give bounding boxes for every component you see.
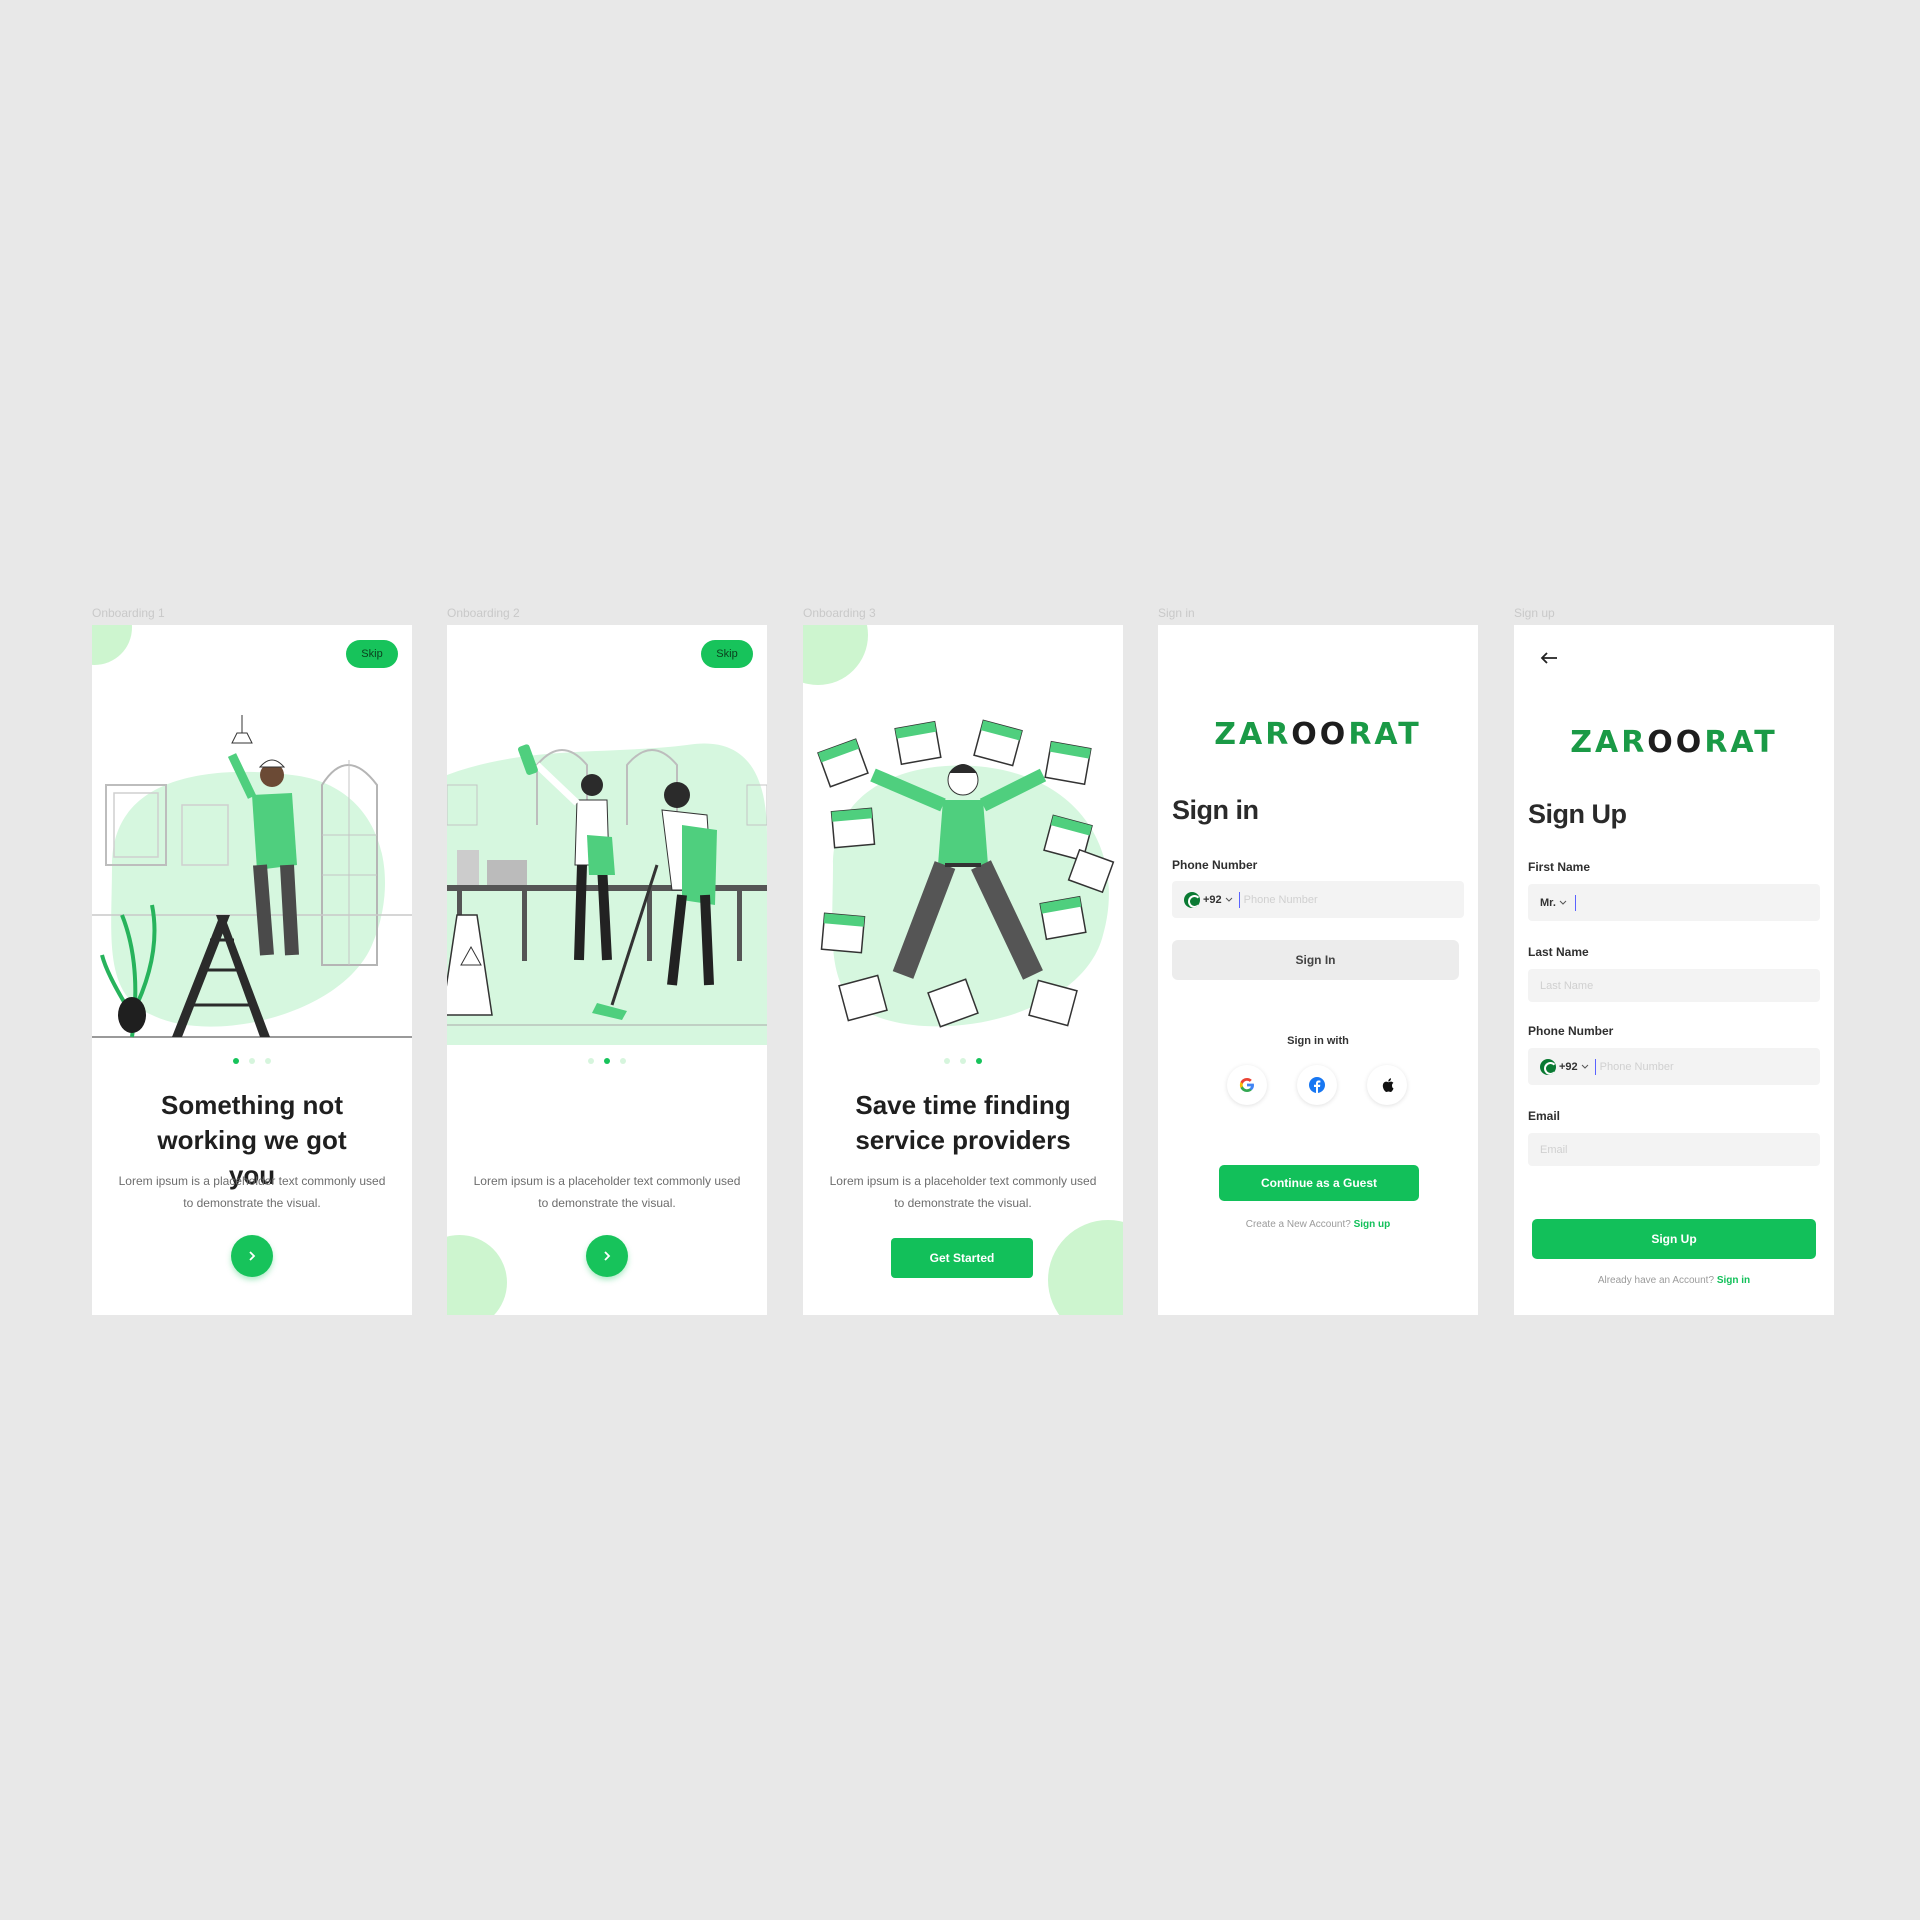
sign-in-button[interactable]: Sign In: [1172, 940, 1459, 980]
salutation-select[interactable]: Mr.: [1540, 897, 1567, 909]
last-name-input[interactable]: Last Name: [1528, 969, 1820, 1002]
page-indicator: [803, 1058, 1123, 1064]
continue-as-guest-button[interactable]: Continue as a Guest: [1219, 1165, 1419, 1201]
first-name-input[interactable]: Mr.: [1528, 884, 1820, 921]
email-label: Email: [1528, 1109, 1561, 1123]
google-icon: [1239, 1078, 1254, 1092]
onboarding-description: Lorem ipsum is a placeholder text common…: [829, 1174, 1097, 1210]
phone-number-label: Phone Number: [1172, 858, 1258, 872]
page-dot: [588, 1058, 594, 1064]
phone-placeholder: Phone Number: [1243, 893, 1318, 906]
phone-placeholder: Phone Number: [1599, 1060, 1674, 1073]
facebook-icon: [1309, 1077, 1325, 1093]
page-dot: [233, 1058, 239, 1064]
country-code-select[interactable]: +92: [1184, 891, 1233, 908]
apple-icon: [1382, 1078, 1394, 1092]
google-sign-in-button[interactable]: [1227, 1065, 1267, 1105]
next-button[interactable]: [586, 1235, 628, 1277]
phone-number-label: Phone Number: [1528, 1024, 1614, 1038]
text-cursor: [1594, 1058, 1596, 1075]
onboarding-description: Lorem ipsum is a placeholder text common…: [118, 1174, 386, 1210]
onboarding-1-screen: Skip Something not working we got you Lo…: [92, 625, 412, 1315]
country-code-value: +92: [1203, 893, 1222, 906]
chevron-down-icon: [1581, 1064, 1589, 1069]
page-dot: [265, 1058, 271, 1064]
facebook-sign-in-button[interactable]: [1297, 1065, 1337, 1105]
sign-up-button[interactable]: Sign Up: [1532, 1219, 1816, 1259]
pakistan-flag-icon: [1540, 1058, 1556, 1075]
sign-in-screen: ZAROORAT Sign in Phone Number +92 Phone …: [1158, 625, 1478, 1315]
chevron-down-icon: [1559, 900, 1567, 905]
decorative-blob: [803, 625, 868, 685]
already-have-account-text: Already have an Account?: [1597, 1275, 1715, 1286]
last-name-label: Last Name: [1528, 945, 1589, 959]
email-input[interactable]: Email: [1528, 1133, 1820, 1166]
sign-in-link[interactable]: Sign in: [1717, 1275, 1750, 1286]
frame-label-sign-in: Sign in: [1158, 606, 1195, 620]
text-cursor: [1238, 891, 1240, 908]
sign-up-screen: ZAROORAT Sign Up First Name Mr. Last Nam…: [1514, 625, 1834, 1315]
pakistan-flag-icon: [1184, 891, 1200, 908]
decorative-blob: [447, 1235, 507, 1315]
sign-up-link[interactable]: Sign up: [1354, 1219, 1391, 1230]
calendar-person-illustration: [817, 719, 1115, 1028]
sign-in-with-label: Sign in with: [1287, 1035, 1349, 1047]
onboarding-title: Save time finding service providers: [855, 1090, 1071, 1155]
country-code-value: +92: [1559, 1060, 1578, 1073]
next-button[interactable]: [231, 1235, 273, 1277]
page-dot: [944, 1058, 950, 1064]
chevron-right-icon: [249, 1251, 256, 1261]
onboarding-2-screen: Skip Lorem ipsum is a placeholder text c…: [447, 625, 767, 1315]
email-placeholder: Email: [1540, 1143, 1568, 1156]
page-dot: [604, 1058, 610, 1064]
page-indicator: [92, 1058, 412, 1064]
electrician-illustration: [92, 715, 412, 1038]
page-dot: [976, 1058, 982, 1064]
page-dot: [960, 1058, 966, 1064]
skip-button[interactable]: Skip: [701, 640, 753, 668]
arrow-left-icon: [1540, 652, 1557, 664]
last-name-placeholder: Last Name: [1540, 979, 1594, 992]
phone-number-input[interactable]: +92 Phone Number: [1528, 1048, 1820, 1085]
apple-sign-in-button[interactable]: [1367, 1065, 1407, 1105]
brand-logo: ZAROORAT: [1570, 725, 1778, 760]
skip-button[interactable]: Skip: [346, 640, 398, 668]
page-title: Sign Up: [1528, 799, 1627, 829]
create-account-prompt: Create a New Account? Sign up: [1158, 1219, 1478, 1230]
decorative-blob: [1048, 1220, 1123, 1315]
frame-label-onboarding-1: Onboarding 1: [92, 606, 165, 620]
onboarding-3-screen: Save time finding service providers Lore…: [803, 625, 1123, 1315]
phone-number-input[interactable]: +92 Phone Number: [1172, 881, 1464, 918]
chevron-down-icon: [1225, 897, 1233, 902]
salutation-value: Mr.: [1540, 896, 1556, 909]
chevron-right-icon: [604, 1251, 611, 1261]
country-code-select[interactable]: +92: [1540, 1058, 1589, 1075]
frame-label-onboarding-2: Onboarding 2: [447, 606, 520, 620]
create-account-text: Create a New Account?: [1245, 1219, 1351, 1230]
back-button[interactable]: [1536, 645, 1562, 671]
page-indicator: [447, 1058, 767, 1064]
first-name-label: First Name: [1528, 860, 1591, 874]
text-cursor: [1574, 894, 1576, 911]
onboarding-description: Lorem ipsum is a placeholder text common…: [473, 1174, 741, 1210]
frame-label-onboarding-3: Onboarding 3: [803, 606, 876, 620]
get-started-button[interactable]: Get Started: [891, 1238, 1033, 1278]
page-dot: [249, 1058, 255, 1064]
frame-label-sign-up: Sign up: [1514, 606, 1555, 620]
brand-logo: ZAROORAT: [1214, 717, 1422, 752]
page-dot: [620, 1058, 626, 1064]
cleaning-illustration: [447, 743, 767, 1045]
page-title: Sign in: [1172, 795, 1259, 825]
decorative-blob: [92, 625, 132, 665]
sign-in-prompt: Already have an Account? Sign in: [1514, 1275, 1834, 1286]
